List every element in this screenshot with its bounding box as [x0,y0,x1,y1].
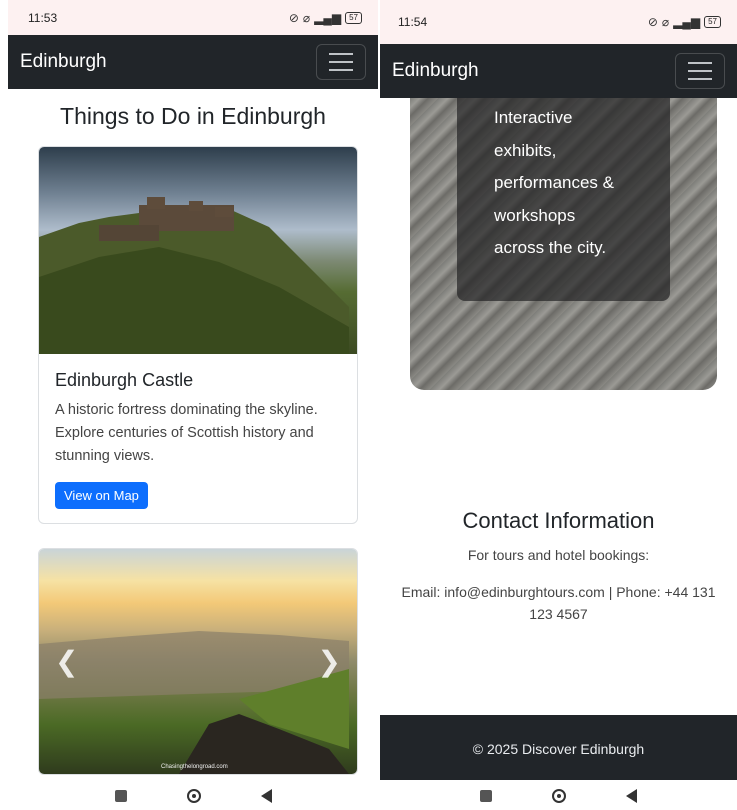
status-time: 11:54 [398,15,428,29]
hamburger-icon [329,53,353,55]
carousel-prev-button[interactable]: ❮ [55,645,78,678]
battery-icon: 57 [704,16,721,28]
castle-illustration [39,197,349,354]
status-icons: ⊘ ⌀ ▂▄▆ 57 [289,11,362,25]
city-panorama-image: ❮ ❯ Chasingthelongroad.com [39,549,357,774]
signal-icon: ▂▄▆ [673,15,701,29]
attraction-card-castle: Edinburgh Castle A historic fortress dom… [38,146,358,524]
mute-icon: ⌀ [661,15,670,29]
menu-toggle-button[interactable] [316,44,366,80]
caption-line: performances & [494,173,614,192]
back-button[interactable] [260,789,272,803]
hotspot-icon: ⊘ [647,15,658,29]
back-button[interactable] [626,789,637,803]
contact-section: Contact Information For tours and hotel … [380,508,737,625]
home-button[interactable] [552,789,566,803]
contact-title: Contact Information [462,508,655,533]
caption-line: exhibits, [494,140,557,160]
view-on-map-button[interactable]: View on Map [55,482,148,509]
card-title: Edinburgh Castle [55,370,194,390]
phone-screen-right: 11:54 ⊘ ⌀ ▂▄▆ 57 Edinburgh Interactive e… [380,0,737,780]
page-title: Things to Do in Edinburgh [60,103,326,129]
signal-icon: ▂▄▆ [314,10,342,25]
system-nav-bar-left [8,782,378,810]
mute-icon: ⌀ [302,10,311,25]
hamburger-icon [688,62,712,64]
footer: © 2025 Discover Edinburgh [380,715,737,780]
hotspot-icon: ⊘ [288,10,299,25]
navbar: Edinburgh [8,35,378,89]
festival-caption: Interactive exhibits, performances & wor… [457,98,670,301]
footer-copyright: © 2025 Discover Edinburgh [472,740,645,757]
home-button[interactable] [186,789,201,803]
card-body: Edinburgh Castle A historic fortress dom… [39,354,357,523]
status-icons: ⊘ ⌀ ▂▄▆ 57 [648,15,721,29]
caption-line: Interactive [494,108,573,127]
recents-button[interactable] [114,790,127,802]
festival-carousel-image: Interactive exhibits, performances & wor… [410,98,717,390]
image-credit: Chasingthelongroad.com [161,764,228,770]
system-nav-bar-right [380,782,737,810]
phone-screen-left: 11:53 ⊘ ⌀ ▂▄▆ 57 Edinburgh Things to Do … [8,0,378,780]
navbar: Edinburgh [380,44,737,98]
caption-line: across the city. [494,238,607,257]
recents-button[interactable] [480,790,492,802]
menu-toggle-button[interactable] [675,53,725,89]
status-bar: 11:53 ⊘ ⌀ ▂▄▆ 57 [8,0,378,35]
card-text: A historic fortress dominating the skyli… [55,402,318,464]
city-illustration [39,631,349,774]
carousel-card: ❮ ❯ Chasingthelongroad.com [38,548,358,775]
caption-line: workshops [494,205,576,225]
carousel-next-button[interactable]: ❯ [318,645,341,678]
status-time: 11:53 [28,10,58,25]
navbar-brand[interactable]: Edinburgh [20,51,107,73]
status-bar: 11:54 ⊘ ⌀ ▂▄▆ 57 [380,0,737,44]
navbar-brand[interactable]: Edinburgh [392,60,479,82]
castle-image [39,147,357,354]
battery-icon: 57 [345,11,362,24]
contact-details: Email: info@edinburghtours.com | Phone: … [401,584,716,622]
contact-subtitle: For tours and hotel bookings: [467,547,650,563]
